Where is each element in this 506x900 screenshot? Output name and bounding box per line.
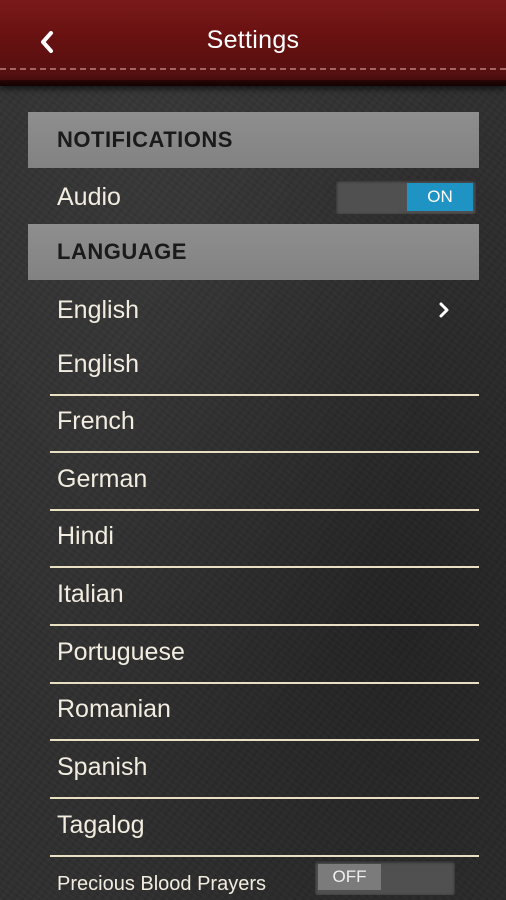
language-option-french[interactable]: French xyxy=(50,395,479,453)
audio-label: Audio xyxy=(57,183,121,211)
header-edge xyxy=(0,80,506,86)
language-option-label: Romanian xyxy=(57,695,171,723)
language-option-label: Portuguese xyxy=(57,638,185,666)
language-option-german[interactable]: German xyxy=(50,453,479,511)
language-selector[interactable]: English xyxy=(57,296,139,325)
language-option-portuguese[interactable]: Portuguese xyxy=(50,626,479,684)
section-header-notifications: NOTIFICATIONS xyxy=(28,112,479,168)
language-option-italian[interactable]: Italian xyxy=(50,568,479,626)
language-option-spanish[interactable]: Spanish xyxy=(50,741,479,799)
language-option-hindi[interactable]: Hindi xyxy=(50,510,479,568)
header-stitching xyxy=(0,68,506,70)
audio-toggle[interactable]: ON xyxy=(336,180,476,214)
app-header: Settings xyxy=(0,0,506,86)
language-option-label: Italian xyxy=(57,580,124,608)
section-label-notifications: NOTIFICATIONS xyxy=(57,127,233,152)
language-option-tagalog[interactable]: Tagalog xyxy=(50,799,479,857)
language-option-romanian[interactable]: Romanian xyxy=(50,683,479,741)
section-label-language: LANGUAGE xyxy=(57,239,187,264)
language-option-label: Hindi xyxy=(57,522,114,550)
language-option-label: French xyxy=(57,407,135,435)
page-title: Settings xyxy=(206,26,300,54)
chevron-right-icon[interactable] xyxy=(437,300,451,320)
section-header-language: LANGUAGE xyxy=(28,224,479,280)
language-option-label: German xyxy=(57,465,148,493)
language-option-label: English xyxy=(57,350,139,378)
precious-blood-prayers-toggle[interactable]: OFF xyxy=(315,861,455,895)
language-option-english[interactable]: English xyxy=(50,338,479,396)
language-option-label: Spanish xyxy=(57,753,148,781)
precious-blood-prayers-label: Precious Blood Prayers xyxy=(57,873,266,895)
language-option-label: Tagalog xyxy=(57,811,145,839)
prayers-toggle-off-label: OFF xyxy=(318,864,381,890)
audio-toggle-on-label: ON xyxy=(407,183,473,211)
